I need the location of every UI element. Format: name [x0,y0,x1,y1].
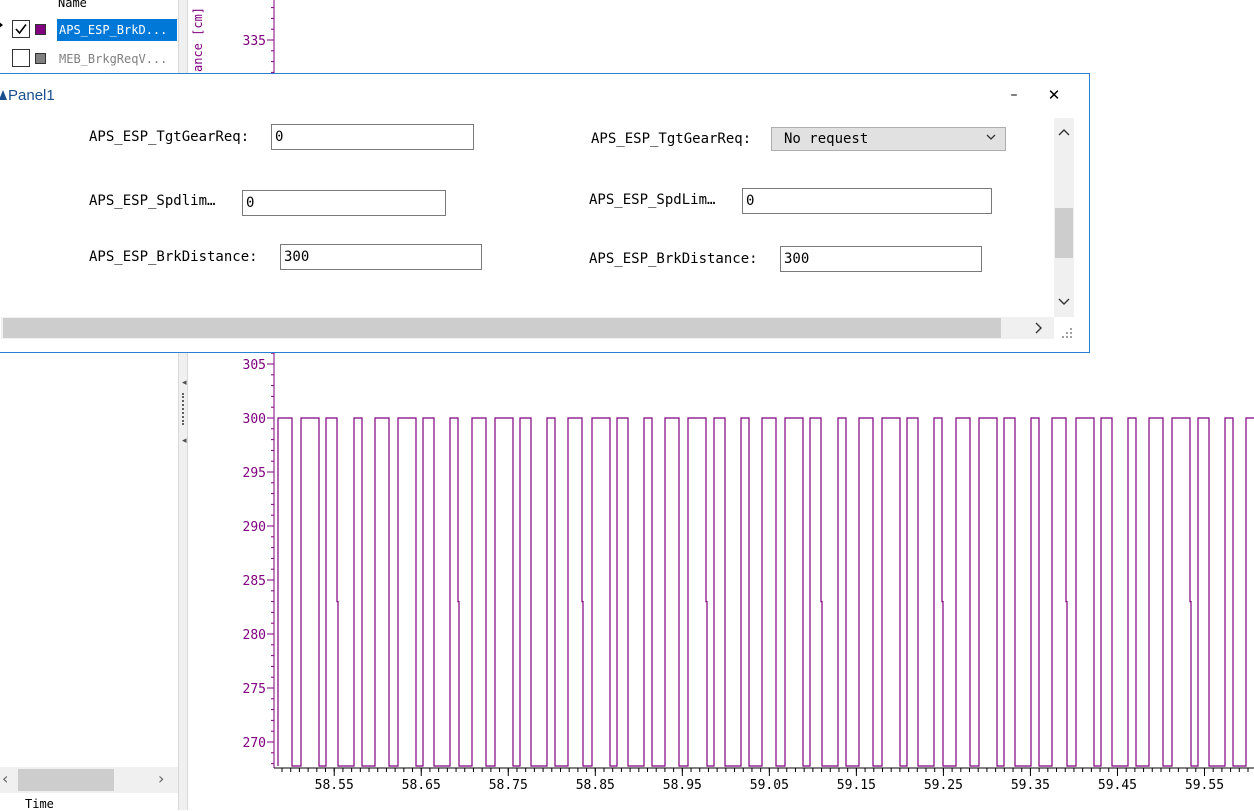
spd-lim-label: APS_ESP_Spdlim… [89,193,216,209]
y-tick-label: 285 [243,574,266,589]
tgt-gear-req-input[interactable]: 0 [271,124,474,150]
scrollbar-thumb[interactable] [18,769,114,791]
y-tick-label: 270 [243,736,266,751]
signal-name: APS_ESP_BrkD... [57,19,177,41]
brk-distance-label-right: APS_ESP_BrkDistance: [589,251,758,267]
x-tick-label: 59.55 [1185,778,1224,793]
scrollbar-thumb[interactable] [1055,208,1073,258]
signal-row-aps-esp-brkd[interactable]: APS_ESP_BrkD... [0,15,178,42]
signal-list-horizontal-scrollbar[interactable]: ‹ › [0,767,178,793]
signal-color-swatch[interactable] [35,53,46,64]
signal-visible-checkbox[interactable] [12,49,30,67]
tgt-gear-req-select[interactable]: No request [771,127,1006,151]
x-tick-label: 59.25 [924,778,963,793]
brk-distance-input[interactable]: 300 [280,244,482,270]
spd-lim-input[interactable]: 0 [242,190,446,216]
scroll-down-icon[interactable] [1057,294,1071,308]
x-tick-label: 58.65 [402,778,441,793]
collapse-left-icon[interactable]: ◂ [182,378,187,388]
signal-name: MEB_BrkgReqV... [59,52,168,66]
y-axis-label: ance [cm] [191,7,205,72]
time-label: Time [25,797,54,811]
signal-row-meb-brkgreqv[interactable]: MEB_BrkgReqV... [0,44,178,71]
chevron-down-icon [986,134,996,140]
x-tick-label: 58.55 [315,778,354,793]
x-tick-label: 58.75 [489,778,528,793]
scroll-right-icon[interactable]: › [158,769,164,788]
tgt-gear-req-selected-value: No request [784,131,869,147]
collapse-left-icon[interactable]: ◂ [182,436,187,446]
y-tick-label: 300 [243,412,266,427]
panel-title: Panel1 [8,87,55,104]
x-tick-label: 58.95 [663,778,702,793]
signal-color-swatch[interactable] [35,24,46,35]
signal-trace [277,417,1254,767]
panel-vertical-scrollbar[interactable] [1054,118,1074,317]
signal-visible-checkbox[interactable] [12,20,30,38]
x-tick-label: 59.45 [1098,778,1137,793]
y-tick-label: 305 [243,358,266,373]
spd-lim-input-right[interactable]: 0 [742,188,992,214]
splitter-grip-icon[interactable] [182,393,186,425]
x-tick-label: 59.05 [750,778,789,793]
series-brk-distance [277,417,1254,767]
tgt-gear-req-label-right: APS_ESP_TgtGearReq: [591,131,752,147]
panel-horizontal-scrollbar[interactable] [1,317,1054,339]
x-tick-label: 59.35 [1011,778,1050,793]
spd-lim-label-right: APS_ESP_SpdLim… [589,192,716,208]
scrollbar-thumb[interactable] [3,318,1001,338]
panel-app-icon [0,90,7,100]
y-tick-label: 275 [243,682,266,697]
tgt-gear-req-label: APS_ESP_TgtGearReq: [89,129,250,145]
x-tick-label: 59.15 [837,778,876,793]
brk-distance-input-right[interactable]: 300 [780,246,982,272]
checkmark-icon [15,24,27,35]
panel-titlebar[interactable]: Panel1 – ✕ [0,74,1089,118]
list-column-header: Name [58,0,87,10]
scroll-up-icon[interactable] [1057,126,1071,140]
y-tick-label: 295 [243,466,266,481]
panel-window[interactable]: Panel1 – ✕ APS_ESP_TgtGearReq: 0 APS_ESP… [0,73,1090,353]
minimize-button[interactable]: – [999,82,1029,108]
x-tick-label: 58.85 [576,778,615,793]
scroll-right-icon[interactable] [1031,321,1045,335]
panel-content: APS_ESP_TgtGearReq: 0 APS_ESP_TgtGearReq… [1,118,1052,317]
y-tick-label: 335 [243,34,266,49]
x-axis: 58.55 58.65 58.75 58.85 58.95 59.05 59.15 59.25… [274,767,1254,793]
brk-distance-label: APS_ESP_BrkDistance: [89,249,258,265]
resize-grip-icon[interactable] [1061,327,1073,339]
scroll-left-icon[interactable]: ‹ [2,769,8,788]
close-button[interactable]: ✕ [1039,82,1069,108]
y-tick-label: 280 [243,628,266,643]
y-tick-label: 290 [243,520,266,535]
